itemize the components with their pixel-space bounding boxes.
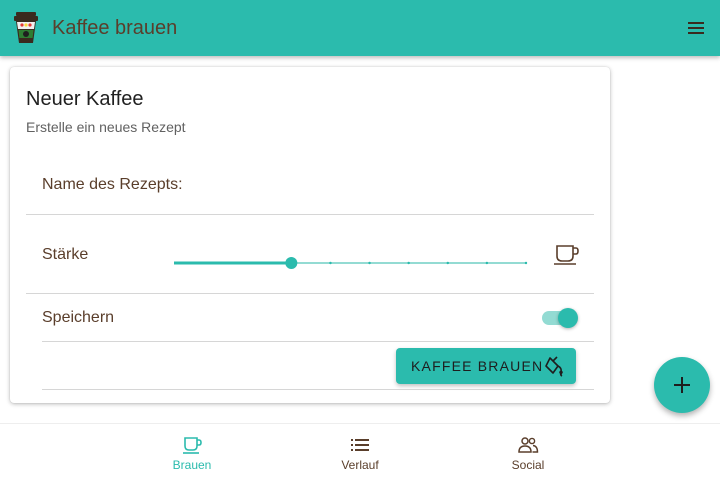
brew-coffee-label: KAFFEE BRAUEN (411, 358, 544, 374)
slider-tick (329, 261, 332, 265)
new-coffee-card: Neuer Kaffee Erstelle ein neues Rezept N… (10, 67, 610, 403)
app-toolbar: Kaffee brauen (0, 0, 720, 56)
nav-item-verlauf[interactable]: Verlauf (310, 424, 410, 480)
coffee-cup-icon (183, 437, 202, 454)
coffee-pour-icon (545, 356, 563, 377)
add-icon (674, 377, 690, 393)
divider (42, 389, 594, 390)
slider-tick (524, 261, 528, 265)
card-subtitle: Erstelle ein neues Rezept (26, 119, 186, 135)
app-title: Kaffee brauen (52, 17, 178, 39)
slider-tick (446, 261, 449, 265)
slider-tick (485, 261, 489, 265)
slider-tick (407, 261, 410, 265)
nav-label-social: Social (511, 458, 545, 472)
strength-label: Stärke (42, 246, 89, 263)
slider-thumb (285, 257, 298, 269)
nav-label-verlauf: Verlauf (341, 458, 379, 472)
coffee-cup-logo-icon (14, 12, 38, 43)
divider (42, 341, 594, 342)
slider-tick (368, 261, 371, 265)
add-fab-button[interactable] (654, 357, 710, 413)
strength-slider[interactable] (172, 253, 528, 273)
nav-item-brauen[interactable]: Brauen (142, 424, 242, 480)
nav-label-brauen: Brauen (172, 458, 212, 472)
save-toggle[interactable] (540, 306, 580, 330)
coffee-cup-icon (554, 245, 579, 265)
bottom-navigation: Brauen Verlauf Social (0, 423, 720, 480)
recipe-name-field[interactable]: Name des Rezepts: (26, 165, 594, 215)
nav-item-social[interactable]: Social (478, 424, 578, 480)
card-title: Neuer Kaffee (26, 88, 144, 110)
list-icon (351, 439, 369, 451)
menu-icon[interactable] (684, 18, 708, 38)
divider (26, 293, 594, 294)
save-toggle-thumb (558, 308, 578, 328)
people-icon (518, 437, 539, 453)
save-label: Speichern (42, 309, 115, 326)
recipe-name-label: Name des Rezepts: (42, 176, 183, 193)
brew-coffee-button[interactable]: KAFFEE BRAUEN (396, 348, 576, 384)
strength-slider-track (174, 257, 528, 269)
